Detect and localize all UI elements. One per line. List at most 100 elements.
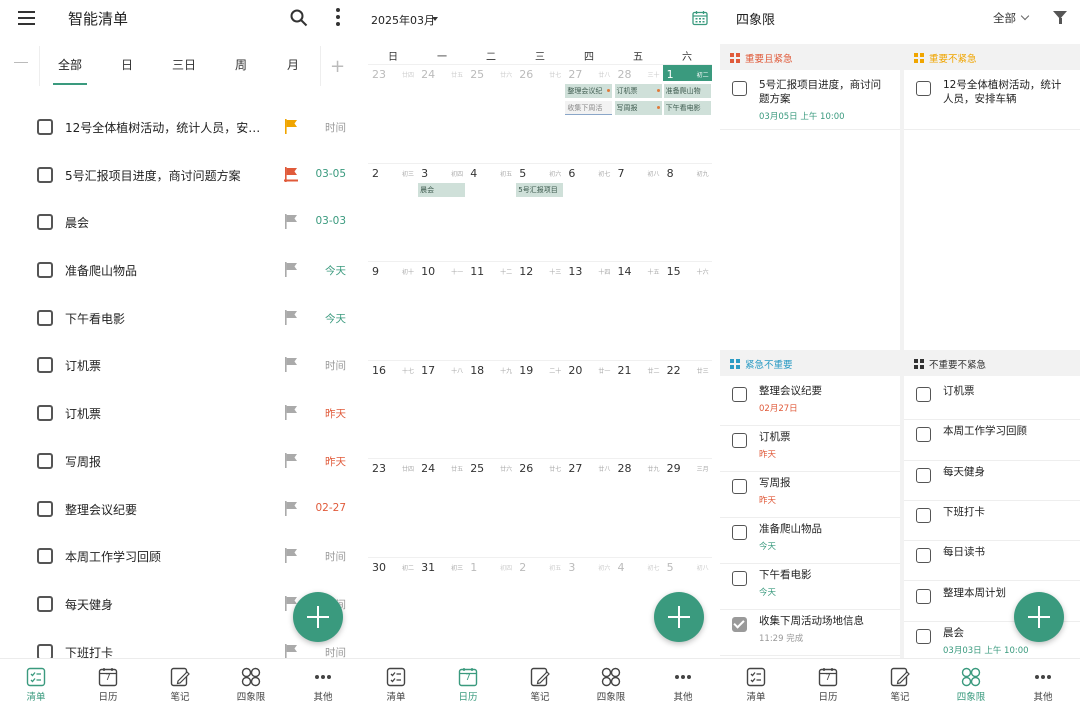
- priority-flag-icon[interactable]: [284, 214, 298, 230]
- day-cell[interactable]: 18 十九: [466, 361, 515, 459]
- filter-dropdown[interactable]: 全部: [993, 10, 1016, 26]
- calendar-event[interactable]: 收集下周活: [565, 101, 613, 115]
- priority-flag-icon[interactable]: [284, 166, 298, 182]
- day-cell[interactable]: 5 初六 5号汇报项目: [515, 164, 564, 262]
- day-cell[interactable]: 28 三十 订机票 写周报: [614, 65, 663, 163]
- day-cell[interactable]: 28 廿九: [614, 459, 663, 557]
- quadrant-task[interactable]: 准备爬山物品 今天: [720, 518, 900, 564]
- task-checkbox[interactable]: [732, 433, 747, 448]
- quadrant-task[interactable]: 订机票: [904, 380, 1080, 421]
- day-cell[interactable]: 31 初三: [417, 558, 466, 656]
- day-cell[interactable]: 25 廿六: [466, 459, 515, 557]
- caret-down-icon[interactable]: [432, 17, 438, 21]
- task-checkbox[interactable]: [732, 571, 747, 586]
- task-row[interactable]: 写周报 昨天: [0, 437, 360, 485]
- day-cell[interactable]: 12 十三: [515, 262, 564, 360]
- day-cell[interactable]: 10 十一: [417, 262, 466, 360]
- priority-flag-icon[interactable]: [284, 119, 298, 134]
- day-cell[interactable]: 1 初二 准备爬山物 下午看电影: [662, 65, 712, 163]
- day-cell[interactable]: 20 廿一: [564, 361, 613, 459]
- task-checkbox[interactable]: [732, 387, 747, 402]
- day-cell[interactable]: 4 初五: [466, 164, 515, 262]
- day-cell[interactable]: 13 十四: [564, 262, 613, 360]
- tab-all[interactable]: 全部: [50, 56, 90, 73]
- quadrant-task[interactable]: 下班打卡: [904, 501, 1080, 542]
- chevron-down-icon[interactable]: [1020, 11, 1030, 21]
- task-row[interactable]: 12号全体植树活动，统计人员，安排… 时间: [0, 103, 360, 151]
- quadrant-task[interactable]: 收集下周活动场地信息 11:29 完成: [720, 610, 900, 656]
- task-row[interactable]: 整理会议纪要 02-27: [0, 485, 360, 533]
- day-cell[interactable]: 2 初五: [515, 558, 564, 656]
- quadrant-task[interactable]: 5号汇报项目进度，商讨问题方案 03月05日 上午 10:00: [720, 74, 900, 130]
- day-cell[interactable]: 29 三月: [663, 459, 712, 557]
- task-checkbox[interactable]: [37, 452, 53, 469]
- quadrant-task[interactable]: 每日读书: [904, 541, 1080, 582]
- day-cell[interactable]: 19 二十: [515, 361, 564, 459]
- day-cell[interactable]: 7 初八: [614, 164, 663, 262]
- priority-flag-icon[interactable]: [284, 262, 298, 278]
- task-checkbox[interactable]: [732, 617, 747, 632]
- priority-flag-icon[interactable]: [284, 357, 298, 373]
- day-cell[interactable]: 24 廿五: [417, 459, 466, 557]
- quadrant-task[interactable]: 下午看电影 今天: [720, 564, 900, 610]
- day-cell[interactable]: 26 廿七: [515, 459, 564, 557]
- priority-flag-icon[interactable]: [284, 309, 298, 325]
- quadrant-task[interactable]: 整理会议纪要 02月27日: [720, 380, 900, 426]
- priority-flag-icon[interactable]: [284, 500, 298, 516]
- more-vert-icon[interactable]: [335, 8, 341, 28]
- nav-checklist[interactable]: 清单: [371, 667, 421, 703]
- nav-checklist[interactable]: 清单: [731, 667, 781, 703]
- task-checkbox[interactable]: [37, 357, 53, 374]
- calendar-event[interactable]: 订机票: [614, 84, 662, 98]
- task-checkbox[interactable]: [916, 81, 931, 96]
- task-checkbox[interactable]: [916, 427, 931, 443]
- task-checkbox[interactable]: [916, 588, 931, 604]
- tab-month[interactable]: 月: [273, 56, 313, 73]
- task-checkbox[interactable]: [37, 500, 53, 517]
- day-cell[interactable]: 8 初九: [663, 164, 712, 262]
- day-cell[interactable]: 11 十二: [466, 262, 515, 360]
- quadrant-task[interactable]: 每天健身: [904, 461, 1080, 501]
- day-cell[interactable]: 17 十八: [417, 361, 466, 459]
- task-checkbox[interactable]: [37, 309, 53, 326]
- nav-quadrant[interactable]: 四象限: [226, 667, 276, 703]
- task-row[interactable]: 下午看电影 今天: [0, 294, 360, 342]
- day-cell[interactable]: 26 廿七: [515, 65, 564, 163]
- task-row[interactable]: 订机票 昨天: [0, 389, 360, 437]
- day-cell[interactable]: 3 初四 晨会: [417, 164, 466, 262]
- task-checkbox[interactable]: [916, 628, 931, 644]
- quadrant-task[interactable]: 本周工作学习回顾: [904, 420, 1080, 461]
- task-checkbox[interactable]: [732, 525, 747, 540]
- nav-more[interactable]: 其他: [298, 667, 348, 703]
- task-row[interactable]: 订机票 时间: [0, 341, 360, 389]
- task-checkbox[interactable]: [37, 166, 53, 183]
- tab-day[interactable]: 日: [107, 56, 147, 73]
- nav-note[interactable]: 笔记: [155, 667, 205, 703]
- task-checkbox[interactable]: [37, 595, 53, 612]
- day-cell[interactable]: 2 初三: [368, 164, 417, 262]
- calendar-event[interactable]: 写周报: [614, 101, 662, 115]
- nav-more[interactable]: 其他: [658, 667, 708, 703]
- day-cell[interactable]: 1 初四: [466, 558, 515, 656]
- day-cell[interactable]: 24 廿五: [417, 65, 466, 163]
- task-row[interactable]: 5号汇报项目进度，商讨问题方案 03-05: [0, 151, 360, 199]
- calendar-event[interactable]: 整理会议纪: [565, 84, 613, 98]
- day-cell[interactable]: 6 初七: [564, 164, 613, 262]
- task-checkbox[interactable]: [37, 262, 53, 279]
- add-event-button[interactable]: [654, 592, 704, 642]
- tab-three-day[interactable]: 三日: [164, 56, 204, 73]
- tab-week[interactable]: 周: [221, 56, 261, 73]
- month-selector[interactable]: 2025年03月: [371, 12, 435, 28]
- day-cell[interactable]: 14 十五: [614, 262, 663, 360]
- nav-calendar[interactable]: 7 日历: [443, 667, 493, 703]
- add-task-button[interactable]: [293, 592, 343, 642]
- day-cell[interactable]: 9 初十: [368, 262, 417, 360]
- task-row[interactable]: 本周工作学习回顾 时间: [0, 532, 360, 580]
- day-cell[interactable]: 27 廿八: [564, 459, 613, 557]
- calendar-event[interactable]: 下午看电影: [663, 101, 711, 115]
- task-row[interactable]: 晨会 03-03: [0, 198, 360, 246]
- day-cell[interactable]: 30 初二: [368, 558, 417, 656]
- search-icon[interactable]: [290, 9, 308, 27]
- calendar-view-icon[interactable]: [692, 10, 708, 26]
- day-cell[interactable]: 23 廿四: [368, 65, 417, 163]
